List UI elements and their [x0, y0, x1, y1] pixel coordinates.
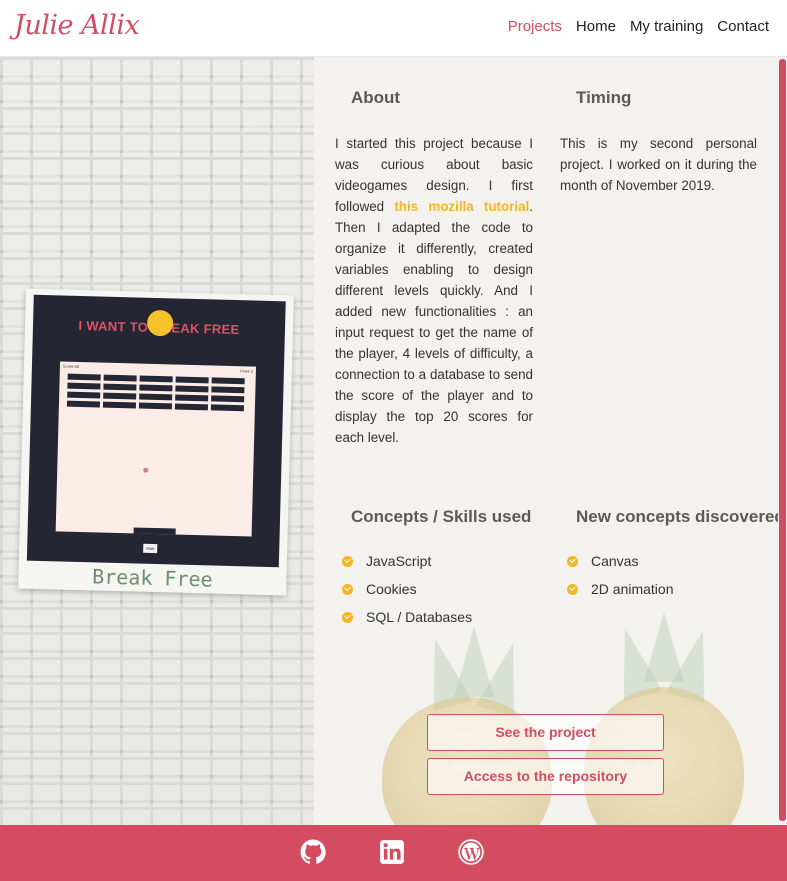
github-icon[interactable] [300, 839, 326, 865]
brick [102, 401, 137, 409]
skill-label: SQL / Databases [366, 609, 473, 625]
brick [210, 404, 244, 412]
brick [211, 377, 245, 385]
skill-label: JavaScript [366, 553, 432, 569]
project-details-panel: About I started this project because I w… [314, 57, 787, 825]
about-text-end: . Then I adapted the code to organize it… [335, 199, 534, 445]
concept-item: 2D animation [567, 581, 674, 597]
brick-grid [66, 373, 245, 412]
site-footer [0, 825, 787, 881]
new-concepts-title: New concepts discovered [576, 507, 785, 526]
game-ball [143, 467, 149, 473]
brick [67, 391, 101, 399]
game-board: Score 60 Lives 3 [55, 361, 257, 537]
skill-item: Cookies [342, 581, 417, 597]
game-start-button: Start [143, 543, 158, 554]
concept-item: Canvas [567, 553, 638, 569]
check-icon [567, 555, 578, 567]
brick [67, 373, 101, 381]
pineapple-image [584, 687, 744, 825]
polaroid-caption: Break Free [91, 564, 213, 592]
brick [174, 403, 209, 411]
brick [103, 374, 137, 382]
nav-home[interactable]: Home [576, 18, 616, 35]
scrollbar-thumb[interactable] [779, 59, 786, 821]
about-title: About [351, 88, 401, 107]
nav-my-training[interactable]: My training [630, 18, 703, 35]
site-logo[interactable]: Julie Allix [14, 10, 140, 41]
scrollbar[interactable] [778, 57, 787, 825]
mozilla-tutorial-link[interactable]: this mozilla tutorial [394, 199, 529, 214]
timing-title: Timing [576, 88, 632, 107]
game-lives: Lives 3 [240, 368, 253, 374]
check-icon [342, 583, 353, 595]
nav-contact[interactable]: Contact [717, 18, 769, 35]
see-project-button[interactable]: See the project [427, 714, 664, 751]
brick [139, 384, 173, 392]
repository-button[interactable]: Access to the repository [427, 758, 664, 795]
timing-text: This is my second personal project. I wo… [560, 136, 757, 193]
brick [211, 386, 245, 394]
game-paddle [133, 527, 176, 535]
wordpress-icon[interactable] [458, 839, 484, 865]
brick [175, 394, 209, 402]
skills-title: Concepts / Skills used [351, 507, 532, 526]
brick [139, 375, 173, 383]
brick [103, 392, 137, 400]
game-screenshot: I WANT TO BREAK FREE Score 60 Lives 3 St… [26, 294, 286, 568]
site-header: Julie Allix Projects Home My training Co… [0, 0, 787, 57]
game-score: Score 60 [62, 363, 80, 369]
brick [211, 395, 245, 403]
skill-label: Cookies [366, 581, 417, 597]
skill-item: SQL / Databases [342, 609, 472, 625]
skill-item: JavaScript [342, 553, 431, 569]
project-polaroid: I WANT TO BREAK FREE Score 60 Lives 3 St… [18, 288, 294, 596]
concept-label: 2D animation [591, 581, 674, 597]
check-icon [342, 555, 353, 567]
brick [175, 376, 209, 384]
linkedin-icon[interactable] [379, 839, 405, 865]
brick [175, 385, 209, 393]
brick [138, 402, 173, 410]
about-text: I started this project because I was cur… [335, 133, 533, 448]
brick [67, 382, 101, 390]
brick [103, 383, 137, 391]
nav-projects[interactable]: Projects [508, 18, 562, 35]
brick [66, 400, 101, 408]
main-nav: Projects Home My training Contact [508, 18, 769, 35]
check-icon [567, 583, 578, 595]
brick [139, 393, 173, 401]
concept-label: Canvas [591, 553, 639, 569]
check-icon [342, 611, 353, 623]
